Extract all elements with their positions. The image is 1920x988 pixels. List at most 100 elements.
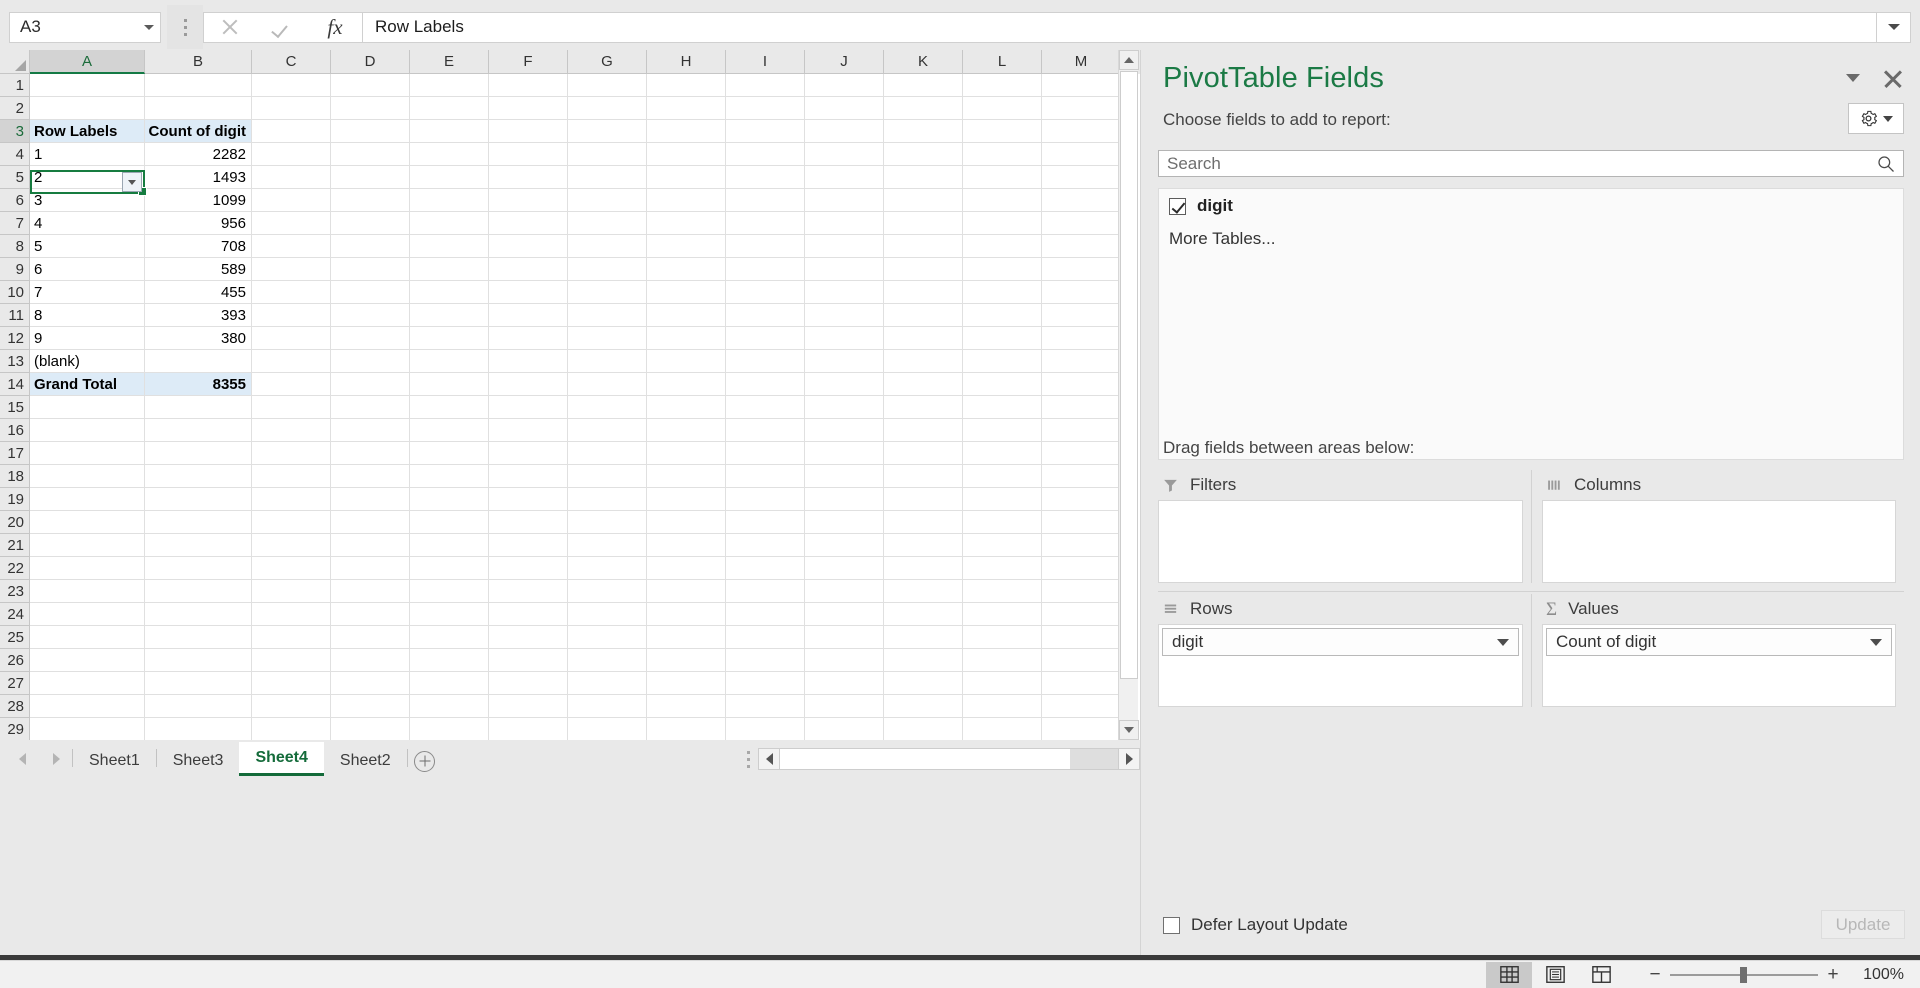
zoom-slider-thumb[interactable] <box>1740 966 1747 983</box>
cell-G1[interactable] <box>568 74 647 97</box>
cell-D3[interactable] <box>331 120 410 143</box>
cell-H19[interactable] <box>647 488 726 511</box>
cell-L16[interactable] <box>963 419 1042 442</box>
cell-C15[interactable] <box>252 396 331 419</box>
cell-J18[interactable] <box>805 465 884 488</box>
row-header-11[interactable]: 11 <box>0 304 30 327</box>
cell-H11[interactable] <box>647 304 726 327</box>
cell-G9[interactable] <box>568 258 647 281</box>
cell-K14[interactable] <box>884 373 963 396</box>
cell-H22[interactable] <box>647 557 726 580</box>
scroll-up-button[interactable] <box>1119 50 1139 70</box>
sheet-next-button[interactable] <box>48 751 64 767</box>
cell-D29[interactable] <box>331 718 410 740</box>
cell-J25[interactable] <box>805 626 884 649</box>
cell-K17[interactable] <box>884 442 963 465</box>
cell-A6[interactable]: 3 <box>30 189 145 212</box>
horizontal-scroll-track[interactable] <box>1070 749 1118 769</box>
cell-C22[interactable] <box>252 557 331 580</box>
search-input[interactable] <box>1159 151 1869 176</box>
cell-B6[interactable]: 1099 <box>145 189 252 212</box>
column-header-I[interactable]: I <box>726 50 805 74</box>
row-header-8[interactable]: 8 <box>0 235 30 258</box>
cell-J17[interactable] <box>805 442 884 465</box>
sheet-tab-sheet2[interactable]: Sheet2 <box>324 746 407 776</box>
sheet-prev-button[interactable] <box>14 751 30 767</box>
cell-I5[interactable] <box>726 166 805 189</box>
cell-L18[interactable] <box>963 465 1042 488</box>
cell-F15[interactable] <box>489 396 568 419</box>
cell-C29[interactable] <box>252 718 331 740</box>
cell-G21[interactable] <box>568 534 647 557</box>
cell-E9[interactable] <box>410 258 489 281</box>
columns-drop-zone[interactable] <box>1542 500 1896 583</box>
cell-M4[interactable] <box>1042 143 1121 166</box>
cell-B3[interactable]: Count of digit <box>145 120 252 143</box>
cell-K19[interactable] <box>884 488 963 511</box>
cell-F7[interactable] <box>489 212 568 235</box>
cell-D9[interactable] <box>331 258 410 281</box>
column-header-F[interactable]: F <box>489 50 568 74</box>
cell-D28[interactable] <box>331 695 410 718</box>
cell-D1[interactable] <box>331 74 410 97</box>
cell-L24[interactable] <box>963 603 1042 626</box>
cell-L17[interactable] <box>963 442 1042 465</box>
cell-M7[interactable] <box>1042 212 1121 235</box>
cell-J8[interactable] <box>805 235 884 258</box>
cell-D23[interactable] <box>331 580 410 603</box>
cell-I13[interactable] <box>726 350 805 373</box>
row-header-17[interactable]: 17 <box>0 442 30 465</box>
row-header-10[interactable]: 10 <box>0 281 30 304</box>
cell-H29[interactable] <box>647 718 726 740</box>
cell-B8[interactable]: 708 <box>145 235 252 258</box>
row-header-4[interactable]: 4 <box>0 143 30 166</box>
cell-B15[interactable] <box>145 396 252 419</box>
cell-H20[interactable] <box>647 511 726 534</box>
column-header-C[interactable]: C <box>252 50 331 74</box>
cell-L10[interactable] <box>963 281 1042 304</box>
cell-K23[interactable] <box>884 580 963 603</box>
cell-G19[interactable] <box>568 488 647 511</box>
cell-B13[interactable] <box>145 350 252 373</box>
cell-G2[interactable] <box>568 97 647 120</box>
cell-B1[interactable] <box>145 74 252 97</box>
cell-M15[interactable] <box>1042 396 1121 419</box>
row-header-14[interactable]: 14 <box>0 373 30 396</box>
cell-F11[interactable] <box>489 304 568 327</box>
cell-F25[interactable] <box>489 626 568 649</box>
field-item-digit[interactable]: digit <box>1159 189 1903 223</box>
cell-E29[interactable] <box>410 718 489 740</box>
cell-D2[interactable] <box>331 97 410 120</box>
cell-H21[interactable] <box>647 534 726 557</box>
column-header-L[interactable]: L <box>963 50 1042 74</box>
cell-L15[interactable] <box>963 396 1042 419</box>
cell-A16[interactable] <box>30 419 145 442</box>
column-header-J[interactable]: J <box>805 50 884 74</box>
cell-J26[interactable] <box>805 649 884 672</box>
hscroll-left-button[interactable] <box>758 748 780 770</box>
cell-I4[interactable] <box>726 143 805 166</box>
cell-J1[interactable] <box>805 74 884 97</box>
cell-G23[interactable] <box>568 580 647 603</box>
enter-button[interactable] <box>256 13 308 42</box>
cell-A29[interactable] <box>30 718 145 740</box>
cell-C14[interactable] <box>252 373 331 396</box>
cell-E12[interactable] <box>410 327 489 350</box>
cell-H28[interactable] <box>647 695 726 718</box>
cell-C24[interactable] <box>252 603 331 626</box>
cell-L12[interactable] <box>963 327 1042 350</box>
row-header-27[interactable]: 27 <box>0 672 30 695</box>
cell-L25[interactable] <box>963 626 1042 649</box>
cell-I19[interactable] <box>726 488 805 511</box>
cell-L5[interactable] <box>963 166 1042 189</box>
cell-L29[interactable] <box>963 718 1042 740</box>
cell-I10[interactable] <box>726 281 805 304</box>
cell-J28[interactable] <box>805 695 884 718</box>
cell-F21[interactable] <box>489 534 568 557</box>
cell-M6[interactable] <box>1042 189 1121 212</box>
zoom-in-button[interactable]: + <box>1818 962 1848 988</box>
cell-A12[interactable]: 9 <box>30 327 145 350</box>
cell-J19[interactable] <box>805 488 884 511</box>
cell-E6[interactable] <box>410 189 489 212</box>
cell-F6[interactable] <box>489 189 568 212</box>
